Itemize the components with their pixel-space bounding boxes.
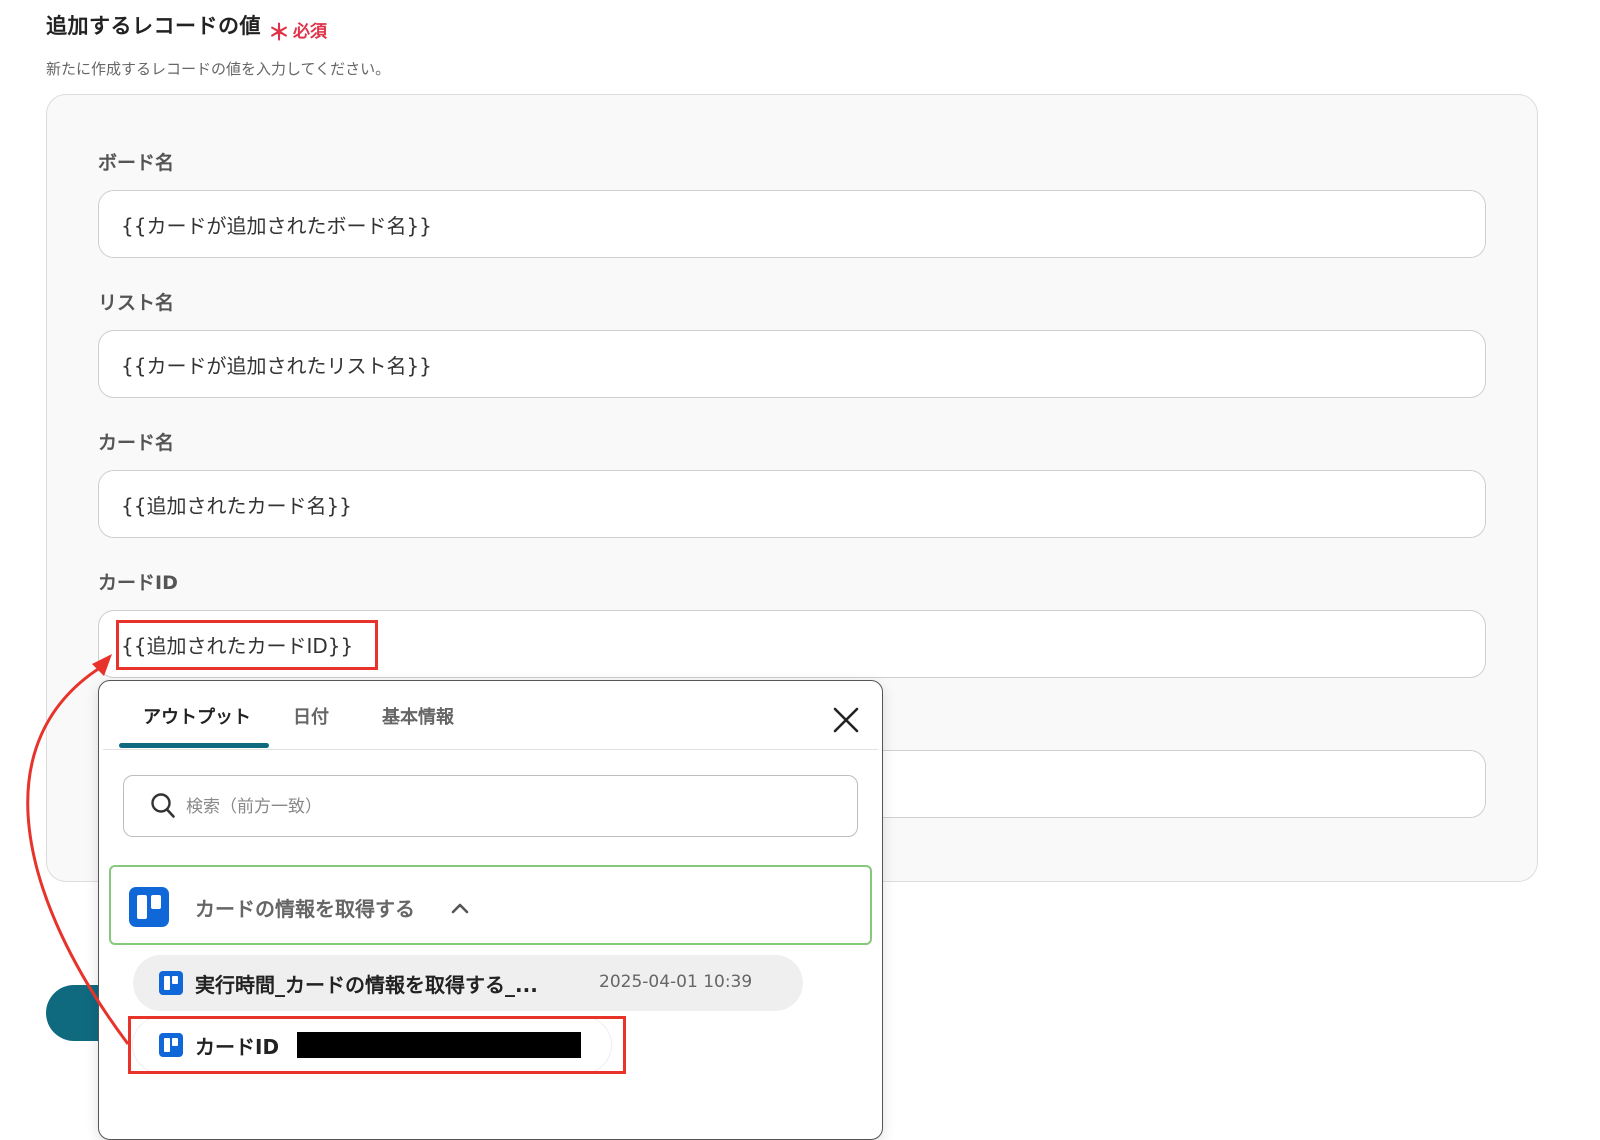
- search-icon: [150, 792, 176, 824]
- trello-icon: [129, 887, 169, 927]
- required-label: 必須: [293, 22, 328, 42]
- chevron-up-icon: [451, 899, 469, 918]
- list-name-value: {{カードが追加されたリスト名}}: [121, 353, 432, 378]
- tab-divider: [103, 749, 878, 750]
- board-name-input[interactable]: {{カードが追加されたボード名}}: [98, 190, 1486, 258]
- output-item-label: 実行時間_カードの情報を取得する_...: [195, 973, 538, 997]
- annotation-box-card-id-input: [116, 620, 378, 670]
- required-badge: ＊必須: [268, 15, 327, 47]
- tab-date[interactable]: 日付: [293, 703, 329, 729]
- annotation-box-card-id-output: [128, 1016, 626, 1074]
- close-icon[interactable]: [831, 705, 861, 735]
- output-item-execution-time[interactable]: 実行時間_カードの情報を取得する_... 2025-04-01 10:39: [133, 955, 803, 1011]
- field-label-card-name: カード名: [98, 432, 175, 454]
- card-name-input[interactable]: {{追加されたカード名}}: [98, 470, 1486, 538]
- field-label-board-name: ボード名: [98, 152, 175, 174]
- tab-output[interactable]: アウトプット: [143, 703, 251, 729]
- card-name-value: {{追加されたカード名}}: [121, 493, 352, 518]
- trello-icon: [159, 971, 183, 995]
- group-title: カードの情報を取得する: [195, 897, 415, 921]
- tab-basic-info[interactable]: 基本情報: [382, 703, 454, 729]
- output-item-timestamp: 2025-04-01 10:39: [599, 972, 753, 992]
- section-title: 追加するレコードの値: [46, 14, 261, 38]
- board-name-value: {{カードが追加されたボード名}}: [121, 213, 432, 238]
- group-get-card-info[interactable]: カードの情報を取得する: [109, 865, 872, 945]
- search-field: [123, 775, 858, 837]
- active-tab-indicator: [119, 743, 269, 748]
- list-name-input[interactable]: {{カードが追加されたリスト名}}: [98, 330, 1486, 398]
- search-input[interactable]: [184, 788, 828, 826]
- field-label-list-name: リスト名: [98, 292, 175, 314]
- field-label-card-id: カードID: [98, 572, 178, 594]
- section-description: 新たに作成するレコードの値を入力してください。: [46, 60, 391, 78]
- required-star: ＊: [268, 21, 291, 46]
